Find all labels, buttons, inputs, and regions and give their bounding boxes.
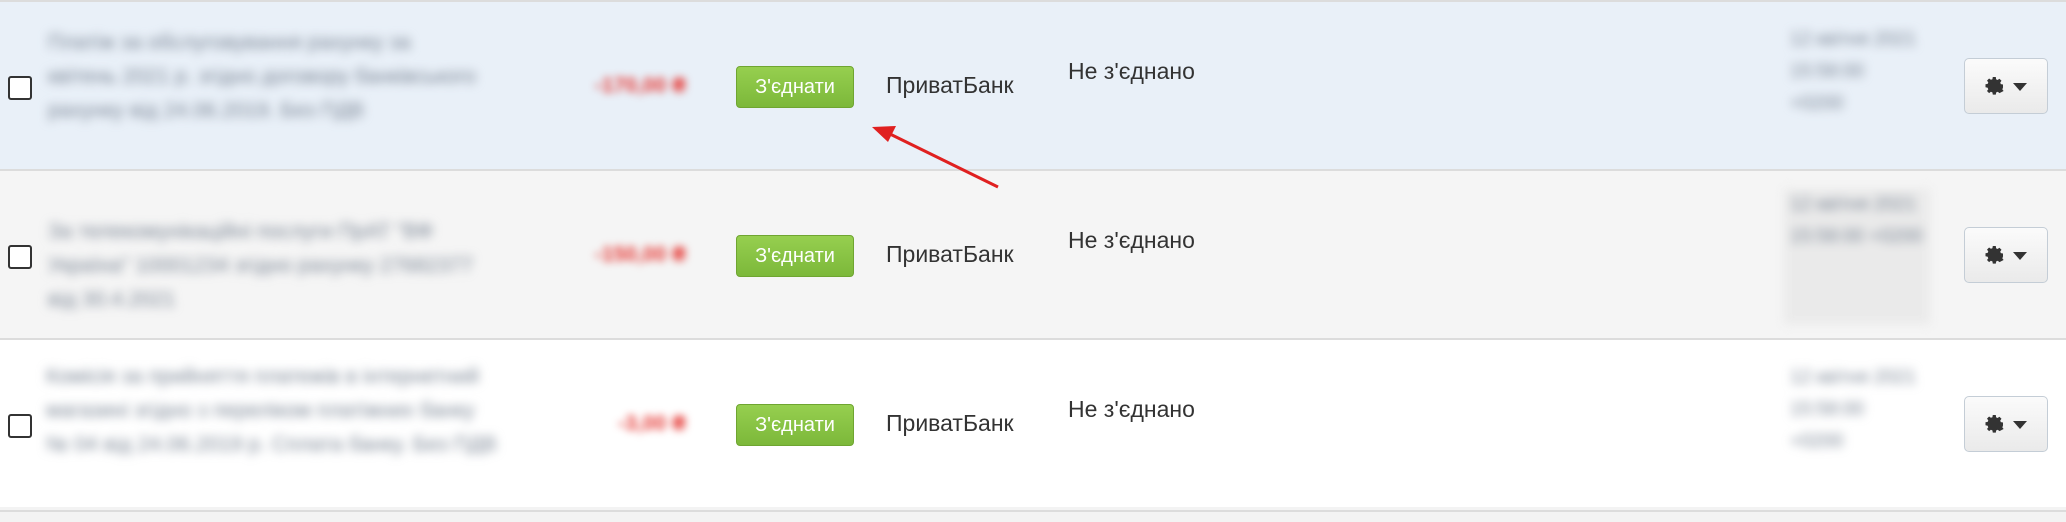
connect-button[interactable]: З'єднати [736,235,854,277]
transaction-date: 12 квітня 2021 15:58:00 +0200 [1790,367,1917,452]
caret-down-icon [2013,83,2027,91]
transaction-date: 12 квітня 2021 15:58:00 +0200 [1790,29,1917,114]
transactions-table: Платіж за обслуговування рахунку за квіт… [0,0,2066,512]
caret-down-icon [2013,252,2027,260]
gear-icon [1985,415,2004,433]
table-row: За телекомунікаційні послуги ПрАТ "ВФ Ук… [0,169,2066,338]
transaction-description: Платіж за обслуговування рахунку за квіт… [48,31,476,122]
row-checkbox[interactable] [8,414,32,438]
caret-down-icon [2013,421,2027,429]
connection-status: Не з'єднано [1068,58,1195,84]
gear-icon [1985,246,2004,264]
row-checkbox[interactable] [8,76,32,100]
bank-name: ПриватБанк [886,241,1014,267]
bank-name: ПриватБанк [886,72,1014,98]
transaction-amount: -150,00 ₴ [594,243,686,266]
table-row: Платіж за обслуговування рахунку за квіт… [0,0,2066,169]
transaction-description: Комісія за прийняття платежів в інтернет… [46,365,497,456]
gear-icon [1985,77,2004,95]
row-actions-button[interactable] [1964,396,2048,452]
connect-button[interactable]: З'єднати [736,66,854,108]
transaction-description: За телекомунікаційні послуги ПрАТ "ВФ Ук… [48,220,474,311]
row-actions-button[interactable] [1964,227,2048,283]
transaction-amount: -3,00 ₴ [618,412,686,435]
row-checkbox[interactable] [8,245,32,269]
transaction-amount: -170,00 ₴ [594,74,686,97]
connection-status: Не з'єднано [1068,227,1195,253]
transaction-date: 12 квітня 2021 15:58:00 +0200 [1784,189,1930,324]
connect-button[interactable]: З'єднати [736,404,854,446]
table-row: Комісія за прийняття платежів в інтернет… [0,338,2066,507]
table-bottom-border [0,510,2066,512]
connection-status: Не з'єднано [1068,396,1195,422]
row-actions-button[interactable] [1964,58,2048,114]
bank-name: ПриватБанк [886,410,1014,436]
